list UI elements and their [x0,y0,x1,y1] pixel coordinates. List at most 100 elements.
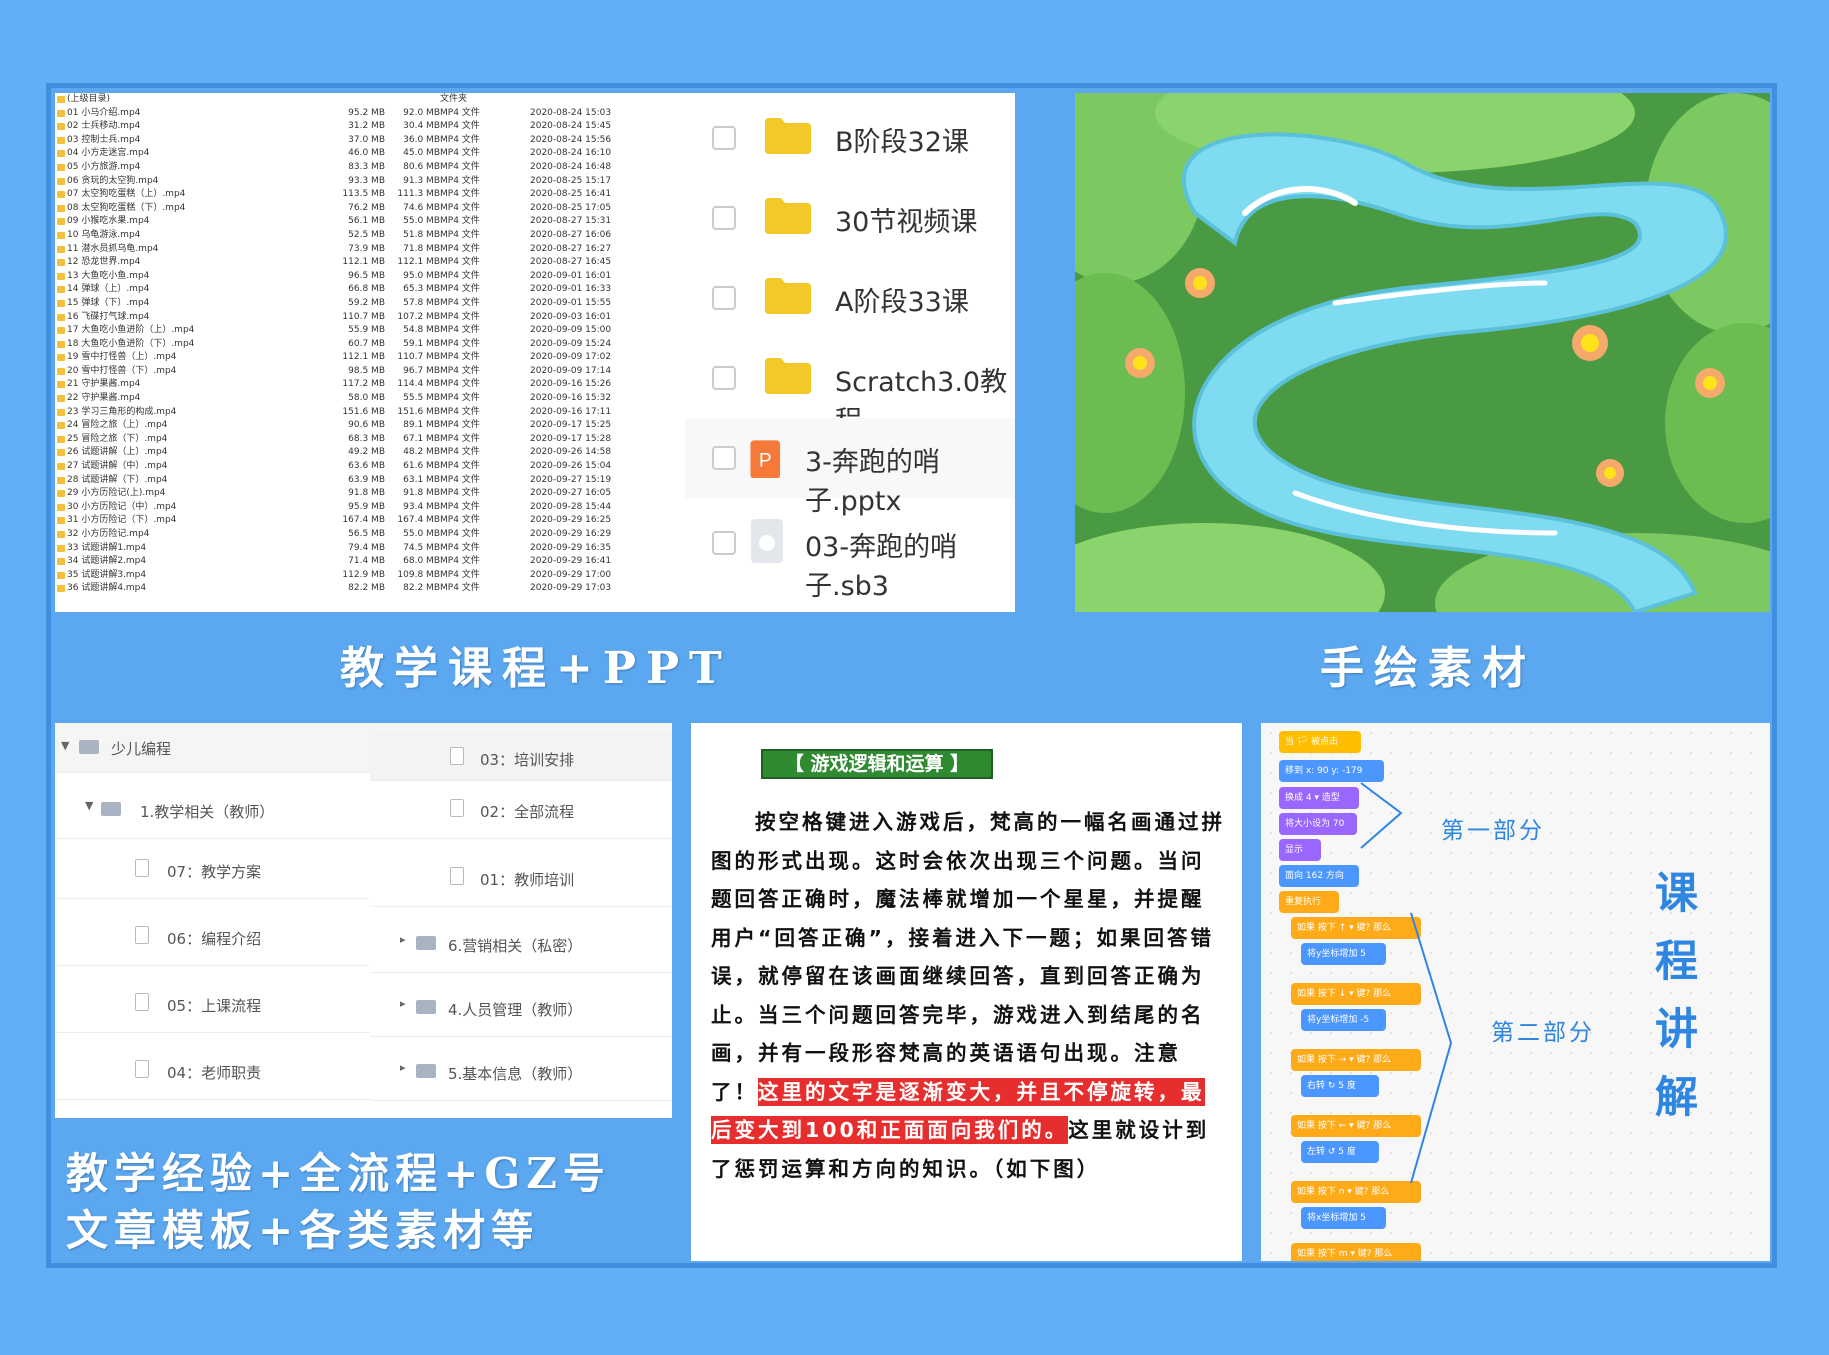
file-row[interactable]: 30 小方历险记（中）.mp4 95.9 MB 93.4 MB MP4 文件 2… [55,501,685,515]
doc-item[interactable]: 06：编程介绍 [55,908,370,966]
file-name: 01 小马介绍.mp4 [67,107,141,118]
folder-item[interactable]: ▸ 5.基本信息（教师） [370,1043,672,1101]
file-row[interactable]: 15 弹球（下）.mp4 59.2 MB 57.8 MB MP4 文件 2020… [55,297,685,311]
file-icon [57,150,65,158]
file-row[interactable]: 21 守护果酱.mp4 117.2 MB 114.4 MB MP4 文件 202… [55,378,685,392]
folder-item[interactable]: 03-奔跑的哨子.sb3 [685,503,1015,602]
file-browser-panel: (上级目录) 文件夹 01 小马介绍.mp4 95.2 MB 92.0 MB M… [55,93,1015,612]
file-row[interactable]: 28 试题讲解（下）.mp4 63.9 MB 63.1 MB MP4 文件 20… [55,474,685,488]
file-row[interactable]: 13 大鱼吃小鱼.mp4 96.5 MB 95.0 MB MP4 文件 2020… [55,270,685,284]
file-type: MP4 文件 [440,583,480,594]
file-name: 20 雪中打怪兽（下）.mp4 [67,365,177,376]
file-type: MP4 文件 [440,243,480,254]
file-row[interactable]: 10 乌龟游泳.mp4 52.5 MB 51.8 MB MP4 文件 2020-… [55,229,685,243]
file-size: 46.0 MB [348,148,385,159]
file-row[interactable]: 26 试题讲解（上）.mp4 49.2 MB 48.2 MB MP4 文件 20… [55,446,685,460]
doc-item[interactable]: 02：全部流程 [370,781,672,839]
file-row[interactable]: 18 大鱼吃小鱼进阶（下）.mp4 60.7 MB 59.1 MB MP4 文件… [55,338,685,352]
file-row[interactable]: 24 冒险之旅（上）.mp4 90.6 MB 89.1 MB MP4 文件 20… [55,419,685,433]
file-row[interactable]: 14 弹球（上）.mp4 66.8 MB 65.3 MB MP4 文件 2020… [55,283,685,297]
file-size: 73.9 MB [348,243,385,254]
file-type: MP4 文件 [440,515,480,526]
folder-icon [101,802,121,816]
file-date: 2020-09-29 17:03 [530,583,612,594]
file-row[interactable]: 35 试题讲解3.mp4 112.9 MB 109.8 MB MP4 文件 20… [55,569,685,583]
caret-right-icon: ▸ [400,933,406,946]
file-row[interactable]: 02 士兵移动.mp4 31.2 MB 30.4 MB MP4 文件 2020-… [55,120,685,134]
file-row[interactable]: 34 试题讲解2.mp4 71.4 MB 68.0 MB MP4 文件 2020… [55,555,685,569]
document-icon [450,799,464,817]
file-row[interactable]: 27 试题讲解（中）.mp4 63.6 MB 61.6 MB MP4 文件 20… [55,460,685,474]
file-row[interactable]: 08 太空狗吃蛋糕（下）.mp4 76.2 MB 74.6 MB MP4 文件 … [55,202,685,216]
file-type: MP4 文件 [440,148,480,159]
folder-item[interactable]: A阶段33课 [685,258,1015,338]
file-row[interactable]: 16 飞碟打气球.mp4 110.7 MB 107.2 MB MP4 文件 20… [55,311,685,325]
file-name: 03 控制士兵.mp4 [67,134,141,145]
file-row[interactable]: 09 小猴吃水果.mp4 56.1 MB 55.0 MB MP4 文件 2020… [55,215,685,229]
file-date: 2020-09-09 15:24 [530,338,612,349]
document-icon [135,859,149,877]
file-row[interactable]: 05 小方旅游.mp4 83.3 MB 80.6 MB MP4 文件 2020-… [55,161,685,175]
doc-label: 04：老师职责 [167,1064,262,1082]
doc-item[interactable]: 01：教师培训 [370,849,672,907]
tree-sub-folder[interactable]: ▼ 1.教学相关（教师） [55,781,370,839]
file-size-compressed: 112.1 MB [397,257,440,268]
file-row[interactable]: 19 雪中打怪兽（上）.mp4 112.1 MB 110.7 MB MP4 文件… [55,351,685,365]
file-row[interactable]: 20 雪中打怪兽（下）.mp4 98.5 MB 96.7 MB MP4 文件 2… [55,365,685,379]
folder-item[interactable]: ▸ 4.人员管理（教师） [370,979,672,1037]
file-size: 66.8 MB [348,284,385,295]
checkbox[interactable] [712,446,736,470]
folder-item[interactable]: B阶段32课 [685,98,1015,178]
folder-icon [765,278,811,314]
doc-item[interactable]: 05：上课流程 [55,975,370,1033]
checkbox[interactable] [712,366,736,390]
doc-item[interactable]: 07：教学方案 [55,841,370,899]
file-row[interactable]: 04 小方走迷宫.mp4 46.0 MB 45.0 MB MP4 文件 2020… [55,147,685,161]
file-icon [751,519,783,563]
file-icon [57,571,65,579]
file-size: 49.2 MB [348,447,385,458]
file-row[interactable]: 12 恐龙世界.mp4 112.1 MB 112.1 MB MP4 文件 202… [55,256,685,270]
file-name: 17 大鱼吃小鱼进阶（上）.mp4 [67,325,195,336]
folder-item[interactable]: Scratch3.0教程 [685,338,1015,437]
file-row[interactable]: 01 小马介绍.mp4 95.2 MB 92.0 MB MP4 文件 2020-… [55,107,685,121]
file-row[interactable]: 25 冒险之旅（下）.mp4 68.3 MB 67.1 MB MP4 文件 20… [55,433,685,447]
doc-item[interactable]: 03：培训安排 [370,733,672,781]
file-row[interactable]: 17 大鱼吃小鱼进阶（上）.mp4 55.9 MB 54.8 MB MP4 文件… [55,324,685,338]
file-date: 2020-09-29 16:41 [530,556,612,567]
file-row[interactable]: 07 太空狗吃蛋糕（上）.mp4 113.5 MB 111.3 MB MP4 文… [55,188,685,202]
file-size-compressed: 45.0 MB [403,148,440,159]
file-size: 112.1 MB [342,352,385,363]
file-row[interactable]: 22 守护果酱.mp4 58.0 MB 55.5 MB MP4 文件 2020-… [55,392,685,406]
doc-item[interactable]: 04：老师职责 [55,1042,370,1100]
file-row[interactable]: 23 学习三角形的构成.mp4 151.6 MB 151.6 MB MP4 文件… [55,406,685,420]
checkbox[interactable] [712,126,736,150]
file-name: 15 弹球（下）.mp4 [67,297,150,308]
file-row[interactable]: 31 小方历险记（下）.mp4 167.4 MB 167.4 MB MP4 文件… [55,514,685,528]
checkbox[interactable] [712,531,736,555]
file-row[interactable]: 32 小方历险记.mp4 56.5 MB 55.0 MB MP4 文件 2020… [55,528,685,542]
doc-label: 01：教师培训 [480,871,575,889]
file-size-compressed: 89.1 MB [403,420,440,431]
file-row[interactable]: 06 贪玩的太空狗.mp4 93.3 MB 91.3 MB MP4 文件 202… [55,175,685,189]
file-row[interactable]: 33 试题讲解1.mp4 79.4 MB 74.5 MB MP4 文件 2020… [55,542,685,556]
file-size-compressed: 48.2 MB [403,447,440,458]
file-date: 2020-09-29 16:25 [530,515,612,526]
file-row[interactable]: 29 小方历险记(上).mp4 91.8 MB 91.8 MB MP4 文件 2… [55,487,685,501]
checkbox[interactable] [712,206,736,230]
file-date: 2020-09-26 14:58 [530,447,612,458]
file-size: 112.9 MB [342,569,385,580]
river-illustration [1075,93,1770,612]
file-size: 37.0 MB [348,134,385,145]
document-icon [135,1060,149,1078]
file-size-compressed: 107.2 MB [397,311,440,322]
file-row[interactable]: 36 试题讲解4.mp4 82.2 MB 82.2 MB MP4 文件 2020… [55,582,685,596]
checkbox[interactable] [712,286,736,310]
folder-item[interactable]: ▸ 6.营销相关（私密） [370,915,672,973]
folder-item[interactable]: P 3-奔跑的哨子.pptx [685,418,1015,517]
file-row[interactable]: 03 控制士兵.mp4 37.0 MB 36.0 MB MP4 文件 2020-… [55,134,685,148]
vertical-char: 程 [1655,937,1698,987]
file-row[interactable]: 11 潜水员抓乌龟.mp4 73.9 MB 71.8 MB MP4 文件 202… [55,243,685,257]
parent-dir-row[interactable]: (上级目录) 文件夹 [55,93,685,107]
folder-item[interactable]: 30节视频课 [685,178,1015,258]
